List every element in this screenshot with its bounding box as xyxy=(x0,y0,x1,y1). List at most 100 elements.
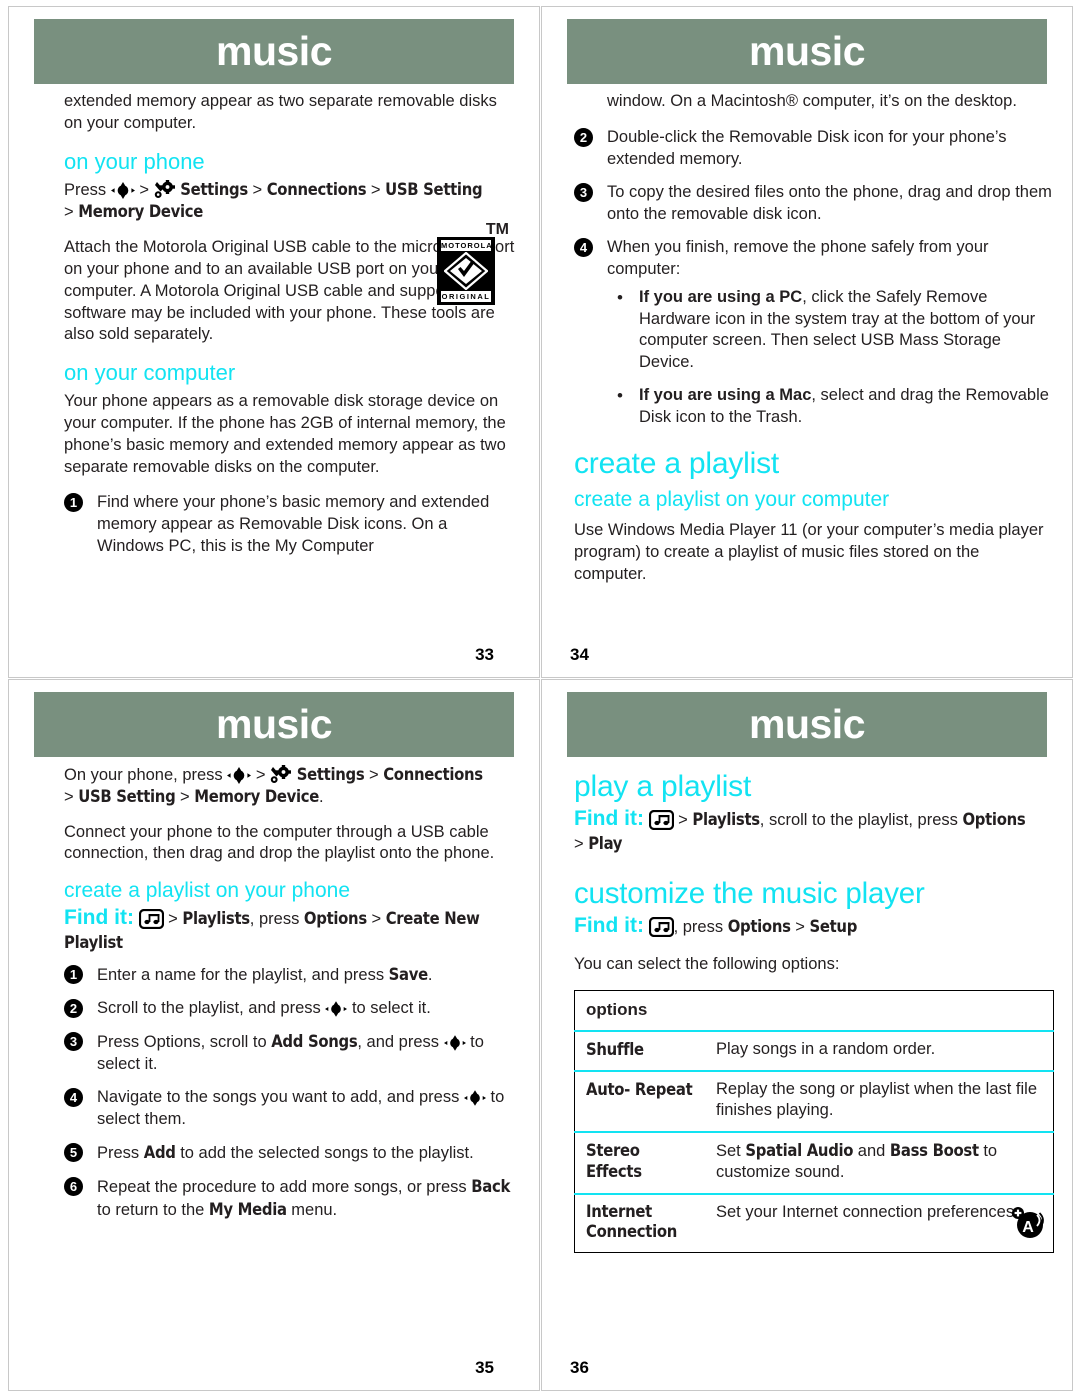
logo-bottom-text: ORIGINAL xyxy=(441,290,491,302)
option-value-text: Play songs in a random order. xyxy=(716,1040,936,1059)
steps-list-33: 1 Find where your phone’s basic memory a… xyxy=(64,492,517,558)
navigation-key-icon xyxy=(110,182,135,200)
find-it-label: Find it: xyxy=(64,905,134,929)
step-text-pre: Scroll to the playlist, and press xyxy=(97,999,326,1018)
find-it-label: Find it: xyxy=(574,914,644,938)
path-separator-1: > xyxy=(168,909,178,928)
cust-press-text: , press xyxy=(673,918,724,937)
list-item: 6 Repeat the procedure to add more songs… xyxy=(64,1176,517,1222)
step-number: 3 xyxy=(64,1032,83,1052)
page-number: 36 xyxy=(570,1358,589,1377)
path-options: Options xyxy=(962,810,1026,829)
step-number: 4 xyxy=(64,1087,83,1107)
path-separator-3: > xyxy=(64,788,74,807)
page-banner: music xyxy=(34,692,514,757)
music-player-icon xyxy=(138,908,164,929)
step-text-post: to add the selected songs to the playlis… xyxy=(175,1143,474,1162)
bullet-bold-lead: If you are using a PC xyxy=(639,287,803,306)
navigation-key-icon xyxy=(227,767,252,784)
list-item: • If you are using a PC, click the Safel… xyxy=(609,287,1054,375)
step-text: When you finish, remove the phone safely… xyxy=(607,237,989,278)
settings-icon xyxy=(154,180,176,199)
list-item: 1 Find where your phone’s basic memory a… xyxy=(64,492,517,558)
path-options: Options xyxy=(303,908,367,928)
step-text-pre: Navigate to the songs you want to add, a… xyxy=(97,1087,464,1106)
manual-spread: music extended memory appear as two sepa… xyxy=(0,0,1080,1397)
connect-paragraph: Connect your phone to the computer throu… xyxy=(64,822,495,863)
path-memory-device: Memory Device xyxy=(194,787,320,807)
step-text-pre: Enter a name for the playlist, and press xyxy=(97,966,389,985)
intro-paragraph: extended memory appear as two separate r… xyxy=(64,92,497,132)
path-usb-setting: USB Setting xyxy=(385,180,483,200)
step-number: 2 xyxy=(64,999,83,1019)
option-value: Replay the song or playlist when the las… xyxy=(705,1070,1054,1133)
heading-create-a-playlist: create a playlist xyxy=(574,447,780,481)
heading-customize-music-player: customize the music player xyxy=(574,876,925,910)
settings-icon xyxy=(270,765,292,784)
path-separator-2: > xyxy=(252,181,263,200)
menu-path-phone: Press > Settings > Connections > USB Set… xyxy=(64,179,517,224)
options-table: options Shuffle Play songs in a random o… xyxy=(574,990,1054,1253)
list-item: 1 Enter a name for the playlist, and pre… xyxy=(64,964,517,987)
step-number: 1 xyxy=(64,965,83,985)
banner-title: music xyxy=(216,28,333,74)
path-options: Options xyxy=(727,917,791,937)
table-row: Auto- Repeat Replay the song or playlist… xyxy=(574,1070,1054,1133)
path-separator-3: > xyxy=(370,181,381,200)
list-item: 3 To copy the desired files onto the pho… xyxy=(574,182,1054,226)
step-number: 1 xyxy=(64,493,83,513)
option-value-mid: and xyxy=(853,1141,890,1160)
find-it-label: Find it: xyxy=(574,807,644,830)
find-it-press: , press xyxy=(249,909,300,928)
page-34: music window. On a Macintosh® computer, … xyxy=(541,6,1073,678)
path-memory-device: Memory Device xyxy=(78,202,204,222)
option-value-text: Replay the song or playlist when the las… xyxy=(716,1079,1038,1120)
path-separator-1: > xyxy=(795,918,805,937)
steps-list-35: 1 Enter a name for the playlist, and pre… xyxy=(64,964,517,1221)
list-item: 2 Double-click the Removable Disk icon f… xyxy=(574,127,1054,171)
path-playlists: Playlists xyxy=(182,908,250,928)
navigation-key-icon xyxy=(325,1001,348,1017)
option-key: Shuffle xyxy=(574,1031,705,1072)
page-banner: music xyxy=(567,692,1047,757)
path-setup: Setup xyxy=(809,917,858,937)
bullet-icon: • xyxy=(617,287,623,307)
list-item: 3 Press Options, scroll to Add Songs, an… xyxy=(64,1031,517,1076)
path-separator-1: > xyxy=(678,811,688,829)
step-text-bold: Add Songs xyxy=(271,1032,358,1052)
banner-title: music xyxy=(749,28,866,74)
step-text: Find where your phone’s basic memory and… xyxy=(97,493,490,556)
list-item: 4 Navigate to the songs you want to add,… xyxy=(64,1087,517,1131)
banner-title: music xyxy=(749,701,866,747)
network-connection-icon: A xyxy=(1009,1203,1049,1249)
select-options-paragraph: You can select the following options: xyxy=(574,955,840,974)
bullet-icon: • xyxy=(617,386,623,406)
option-value: Set your Internet connection preferences… xyxy=(705,1194,1054,1253)
path-settings: Settings xyxy=(180,180,248,200)
svg-text:A: A xyxy=(1022,1219,1034,1236)
computer-paragraph: Your phone appears as a removable disk s… xyxy=(64,391,506,476)
heading-create-playlist-computer: create a playlist on your computer xyxy=(574,488,890,512)
table-row: Stereo Effects Set Spatial Audio and Bas… xyxy=(574,1131,1054,1195)
step-text-post: to select it. xyxy=(347,999,431,1018)
path-play: Play xyxy=(588,834,623,854)
play-scroll-text: , scroll to the playlist, press xyxy=(759,811,958,829)
menu-path-phone-35: On your phone, press > Settings > Connec… xyxy=(64,764,517,809)
step-text-bold-2: My Media xyxy=(208,1199,287,1219)
path-separator-4: > xyxy=(180,788,190,807)
option-value-text: Set your Internet connection preferences… xyxy=(716,1202,1019,1221)
table-header-row: options xyxy=(574,990,1054,1033)
path-separator-2: > xyxy=(574,835,584,854)
page-number: 33 xyxy=(475,645,494,664)
step-text-pre: Press Options, scroll to xyxy=(97,1033,272,1052)
path-prefix: On your phone, press xyxy=(64,766,223,784)
heading-on-your-phone: on your phone xyxy=(64,148,205,174)
heading-create-playlist-phone: create a playlist on your phone xyxy=(64,879,351,903)
path-separator-1: > xyxy=(255,766,266,784)
step-number: 2 xyxy=(574,127,593,147)
path-press-label: Press xyxy=(64,181,107,200)
option-value: Set Spatial Audio and Bass Boost to cust… xyxy=(705,1131,1054,1195)
step-number: 4 xyxy=(574,237,593,257)
step-text-post: . xyxy=(427,966,433,985)
step-number: 5 xyxy=(64,1142,83,1162)
